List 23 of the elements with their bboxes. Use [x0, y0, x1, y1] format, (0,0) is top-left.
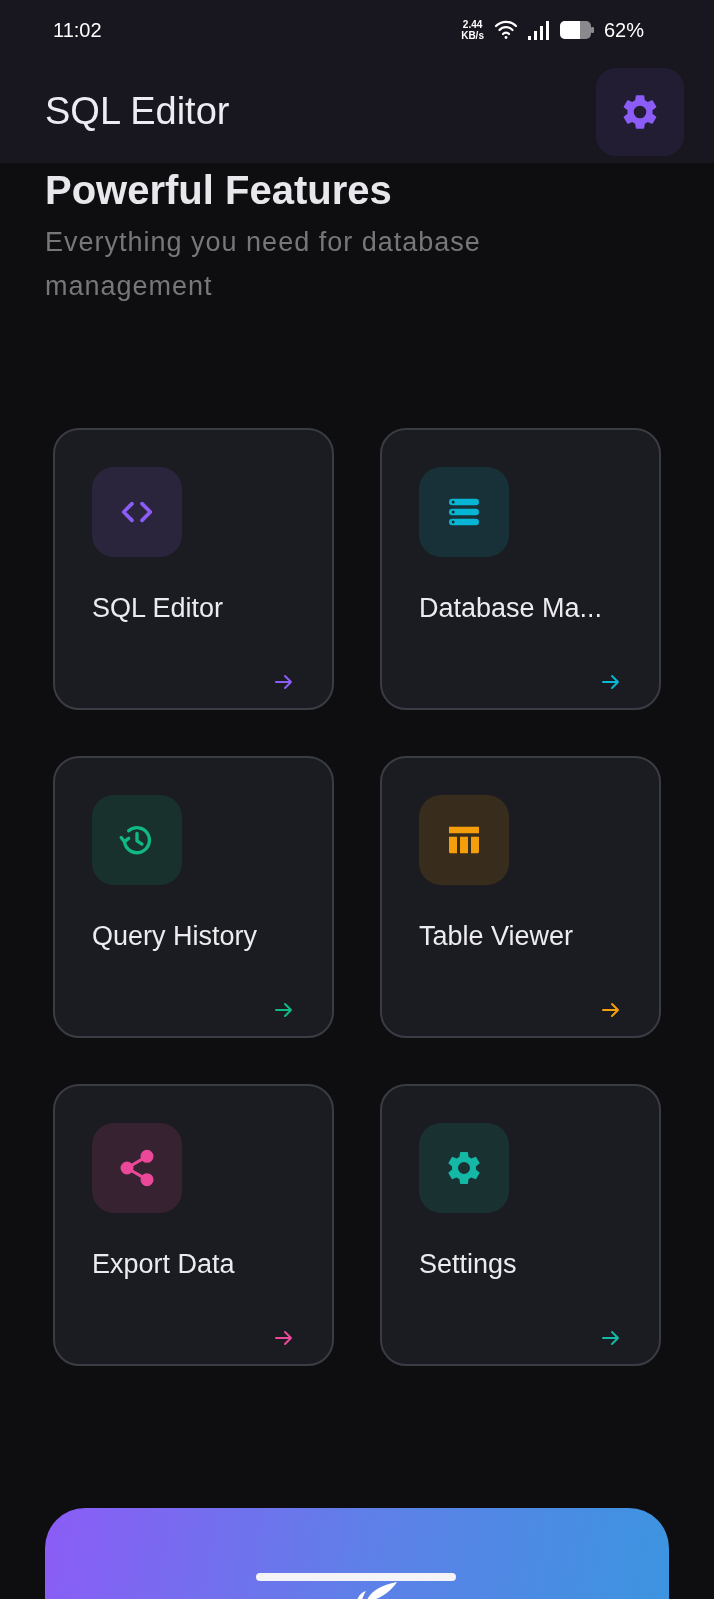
feature-card[interactable]: Query History [53, 756, 334, 1038]
feature-title: Query History [92, 921, 259, 952]
feature-card[interactable]: SQL Editor [53, 428, 334, 710]
feature-title: Export Data [92, 1249, 236, 1280]
feature-card[interactable]: Database Ma... [380, 428, 661, 710]
section-heading: Powerful Features [44, 167, 393, 214]
feature-card[interactable]: Settings [380, 1084, 661, 1366]
section-subtitle: Everything you need for database management [44, 226, 482, 303]
feature-title: Table Viewer [419, 921, 575, 952]
battery-icon [559, 21, 594, 39]
rocket-icon [357, 1582, 397, 1599]
settings-button[interactable] [596, 67, 684, 156]
signal-icon [527, 20, 550, 40]
app-title: SQL Editor [45, 90, 230, 133]
feature-title: SQL Editor [92, 593, 225, 624]
network-speed: 2.44 KB/s [461, 19, 484, 41]
feature-card[interactable]: Export Data [53, 1084, 334, 1366]
feature-title: Database Ma... [419, 593, 604, 624]
battery-percent: 62% [603, 18, 644, 42]
feature-card[interactable]: Table Viewer [380, 756, 661, 1038]
wifi-icon [493, 20, 518, 40]
feature-title: Settings [419, 1249, 518, 1280]
status-time: 11:02 [53, 18, 102, 42]
